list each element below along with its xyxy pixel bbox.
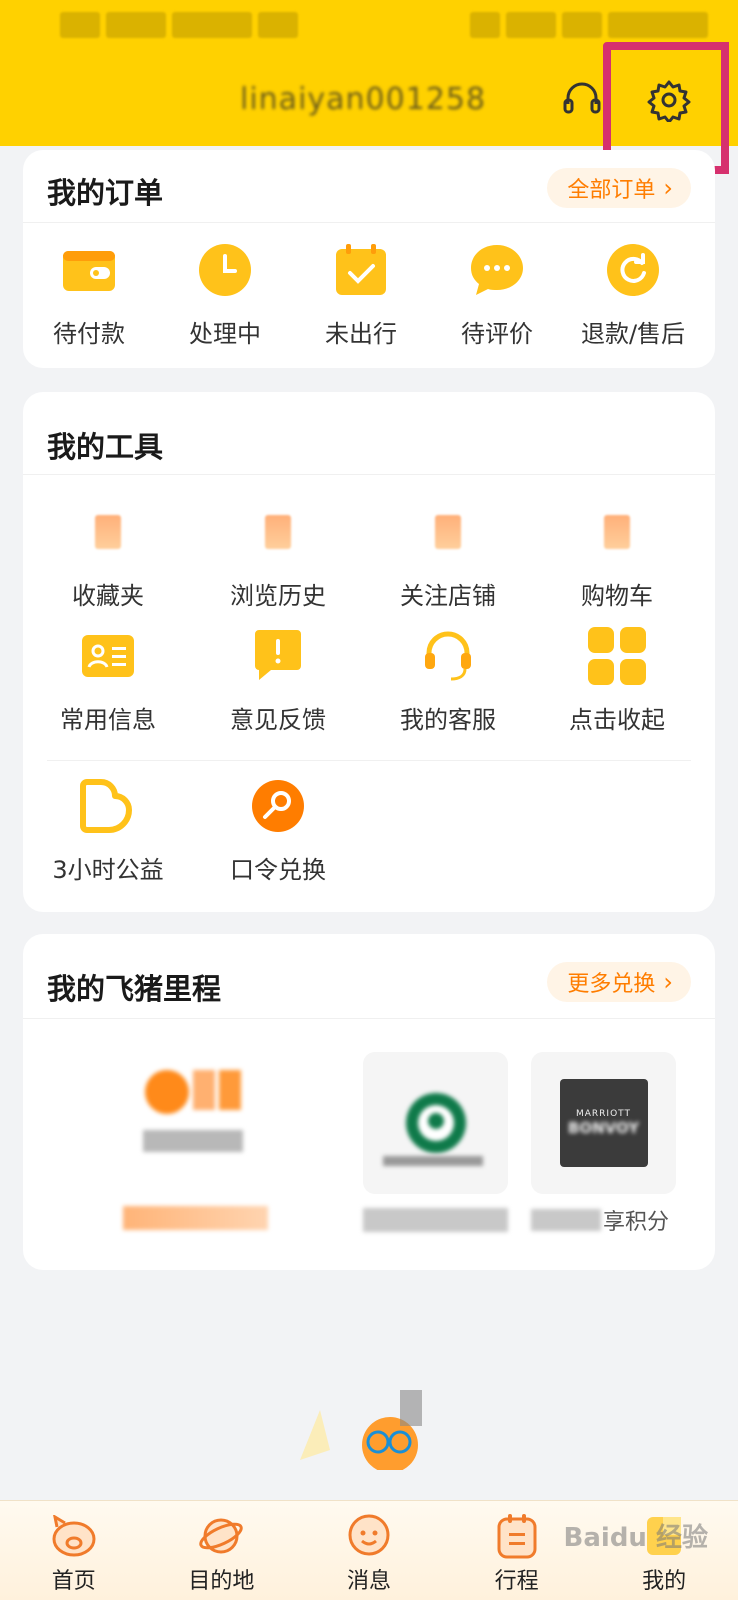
order-label: 待付款: [53, 320, 125, 348]
store-icon: [418, 502, 478, 562]
tool-label: 常用信息: [60, 706, 156, 734]
nav-label: 首页: [51, 1569, 96, 1594]
charity-heart-icon: [78, 776, 138, 836]
baidu-watermark: Baidu 经验: [563, 1523, 708, 1553]
status-bar-left: [60, 12, 298, 40]
nav-home[interactable]: 首页: [0, 1501, 148, 1600]
mileage-card: 我的飞猪里程 更多兑换 › MARRIOTT BONVOY 享积分: [23, 934, 715, 1270]
tool-label: 购物车: [581, 582, 653, 610]
blurred-text: [383, 1156, 483, 1166]
tool-common-info[interactable]: 常用信息: [38, 626, 178, 735]
more-exchange-button[interactable]: 更多兑换 ›: [547, 962, 691, 1002]
favorites-icon: [78, 502, 138, 562]
tool-label: 浏览历史: [230, 582, 326, 610]
nav-destination[interactable]: 目的地: [148, 1501, 296, 1600]
tool-history[interactable]: 浏览历史: [208, 502, 348, 611]
id-card-icon: [78, 626, 138, 686]
chat-bubble-icon: [467, 240, 527, 300]
tool-label: 意见反馈: [230, 706, 326, 734]
wallet-icon: [59, 240, 119, 300]
tools-card: 我的工具 收藏夹 浏览历史 关注店铺 购物车 常用信息 意见反馈 我的客服 点击…: [23, 392, 715, 912]
order-processing[interactable]: 处理中: [155, 240, 295, 349]
marriott-card: MARRIOTT BONVOY: [531, 1052, 676, 1194]
divider: [23, 1018, 715, 1019]
tool-label: 口令兑换: [230, 856, 326, 884]
orders-card: 我的订单 全部订单 › 待付款 处理中 未出行 待评价 退款/售后: [23, 150, 715, 368]
itinerary-icon: [494, 1513, 540, 1559]
tool-label: 关注店铺: [400, 582, 496, 610]
tool-charity[interactable]: 3小时公益: [38, 776, 178, 885]
tool-favorites[interactable]: 收藏夹: [38, 502, 178, 611]
tool-cart[interactable]: 购物车: [547, 502, 687, 611]
order-pending-review[interactable]: 待评价: [427, 240, 567, 349]
order-pending-payment[interactable]: 待付款: [19, 240, 159, 349]
history-icon: [248, 502, 308, 562]
pig-home-icon: [51, 1513, 97, 1559]
tool-followed-stores[interactable]: 关注店铺: [378, 502, 518, 611]
tool-code-redeem[interactable]: 口令兑换: [208, 776, 348, 885]
divider: [47, 760, 691, 761]
starbucks-card: [363, 1052, 508, 1194]
clock-icon: [195, 240, 255, 300]
fliggy-logo: [145, 1070, 245, 1114]
mascot-illustration: [290, 1390, 440, 1473]
key-icon: [248, 776, 308, 836]
headset-icon[interactable]: [558, 76, 606, 124]
nav-messages[interactable]: 消息: [295, 1501, 443, 1600]
order-label: 未出行: [325, 320, 397, 348]
order-label: 退款/售后: [580, 320, 686, 348]
tool-label: 我的客服: [400, 706, 496, 734]
starbucks-logo: [405, 1093, 466, 1153]
tool-label: 收藏夹: [72, 582, 144, 610]
feedback-icon: [248, 626, 308, 686]
planet-icon: [198, 1513, 244, 1559]
nav-label: 消息: [346, 1569, 391, 1594]
calendar-check-icon: [331, 240, 391, 300]
tool-label: 点击收起: [569, 706, 665, 734]
blurred-text: [143, 1130, 243, 1152]
mileage-title: 我的飞猪里程: [47, 972, 222, 1006]
mileage-item-fliggy[interactable]: [123, 1064, 303, 1244]
order-upcoming-trip[interactable]: 未出行: [291, 240, 431, 349]
order-label: 处理中: [189, 320, 261, 348]
refresh-icon: [603, 240, 663, 300]
chevron-right-icon: ›: [663, 174, 673, 202]
marriott-logo: MARRIOTT BONVOY: [559, 1079, 648, 1167]
divider: [23, 474, 715, 475]
tool-customer-service[interactable]: 我的客服: [378, 626, 518, 735]
mileage-item-marriott[interactable]: MARRIOTT BONVOY 享积分: [531, 1052, 676, 1252]
blurred-text: [363, 1208, 508, 1232]
status-bar-right: [470, 12, 708, 40]
nav-label: 目的地: [188, 1569, 255, 1594]
tool-collapse[interactable]: 点击收起: [547, 626, 687, 735]
all-orders-button[interactable]: 全部订单 ›: [547, 168, 691, 208]
orders-title: 我的订单: [47, 176, 164, 210]
tool-feedback[interactable]: 意见反馈: [208, 626, 348, 735]
divider: [23, 222, 715, 223]
nav-label: 行程: [494, 1569, 539, 1594]
username[interactable]: linaiyan001258: [240, 82, 486, 117]
blurred-text: [123, 1206, 268, 1230]
chevron-right-icon: ›: [663, 968, 673, 996]
tool-label: 3小时公益: [52, 856, 164, 884]
nav-label: 我的: [642, 1569, 687, 1594]
order-refund[interactable]: 退款/售后: [563, 240, 703, 349]
marriott-caption: 享积分: [531, 1208, 676, 1235]
cart-icon: [587, 502, 647, 562]
message-face-icon: [346, 1513, 392, 1559]
grid-icon: [587, 626, 647, 686]
headset-icon: [418, 626, 478, 686]
tools-title: 我的工具: [47, 430, 164, 464]
order-label: 待评价: [461, 320, 533, 348]
mileage-item-starbucks[interactable]: [363, 1052, 508, 1252]
